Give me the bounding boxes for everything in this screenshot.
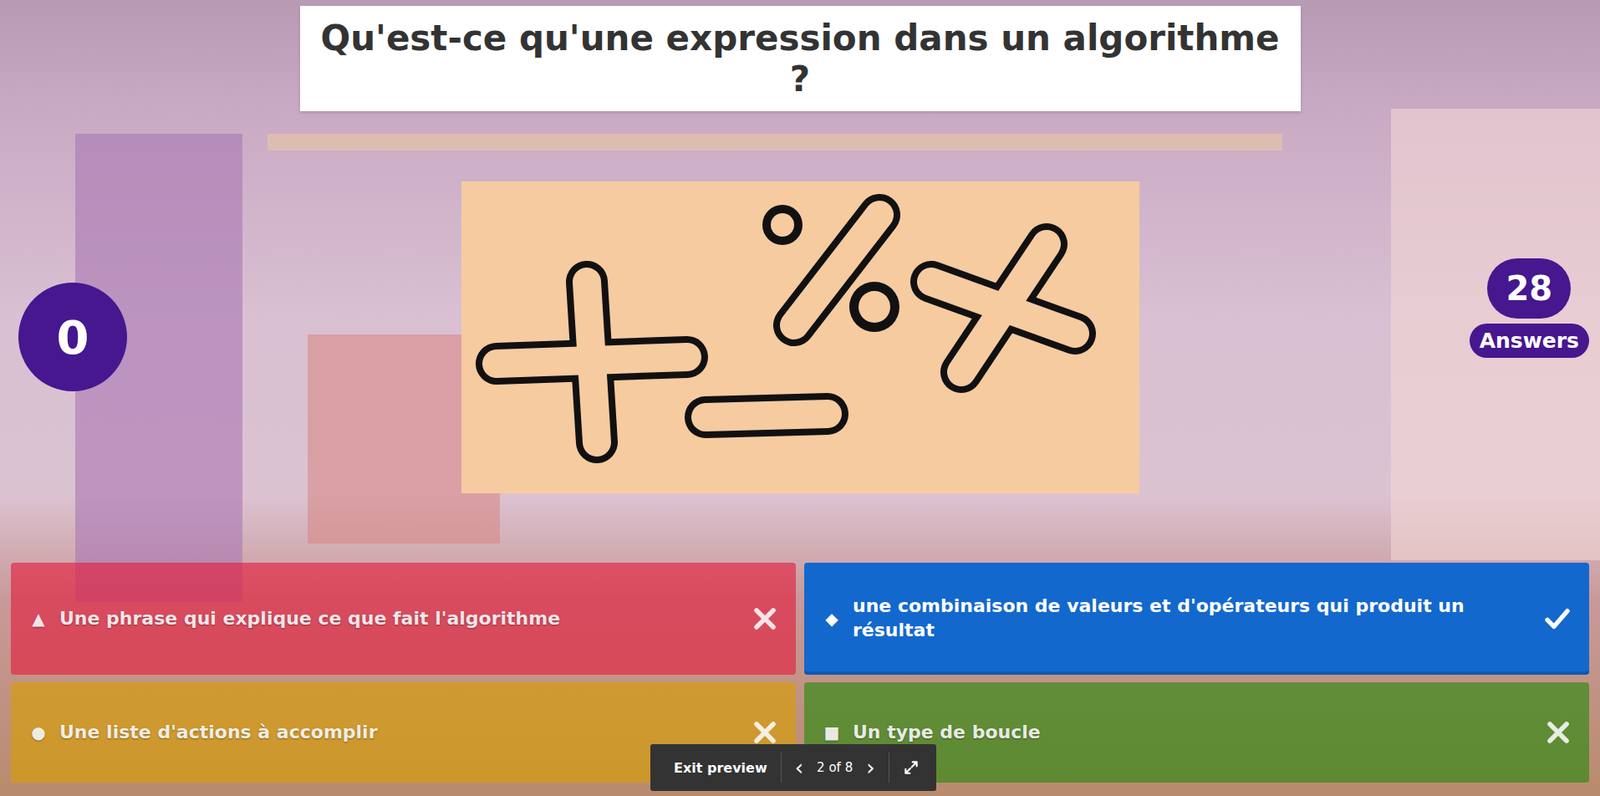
answers-count: 28 xyxy=(1487,258,1571,319)
cross-icon xyxy=(752,606,778,632)
answer-text: Un type de boucle xyxy=(852,720,1534,745)
answers-label: Answers xyxy=(1469,323,1590,358)
preview-bar: Exit preview ‹ 2 of 8 › xyxy=(650,743,937,791)
next-button[interactable]: › xyxy=(861,753,880,782)
check-icon xyxy=(1543,605,1571,632)
answer-text: Une liste d'actions à accomplir xyxy=(59,720,741,745)
score-badge: 0 xyxy=(18,282,128,392)
answer-text: une combinaison de valeurs et d'opérateu… xyxy=(852,594,1533,643)
ceiling-band xyxy=(267,133,1283,151)
previous-button[interactable]: ‹ xyxy=(789,753,809,782)
answers-counter: 28 Answers xyxy=(1469,258,1590,358)
cross-icon xyxy=(1545,719,1571,745)
answer-option[interactable]: ◆ une combinaison de valeurs et d'opérat… xyxy=(804,562,1590,675)
cross-icon xyxy=(752,719,778,745)
quiz-preview: Qu'est-ce qu'une expression dans un algo… xyxy=(0,0,1600,796)
answer-shape-icon: ■ xyxy=(822,722,841,743)
question-title: Qu'est-ce qu'une expression dans un algo… xyxy=(300,5,1301,112)
page-indicator: 2 of 8 xyxy=(816,759,853,775)
fullscreen-icon xyxy=(902,759,920,776)
fullscreen-button[interactable] xyxy=(897,755,925,780)
answer-text: Une phrase qui explique ce que fait l'al… xyxy=(59,606,741,632)
question-image xyxy=(461,181,1140,494)
math-operators-icon xyxy=(461,181,1140,494)
answer-shape-icon: ▲ xyxy=(29,608,48,629)
answer-option[interactable]: ▲ Une phrase qui explique ce que fait l'… xyxy=(10,562,796,675)
answer-shape-icon: ● xyxy=(29,722,48,743)
exit-preview-button[interactable]: Exit preview xyxy=(668,756,773,780)
answer-shape-icon: ◆ xyxy=(822,608,841,629)
